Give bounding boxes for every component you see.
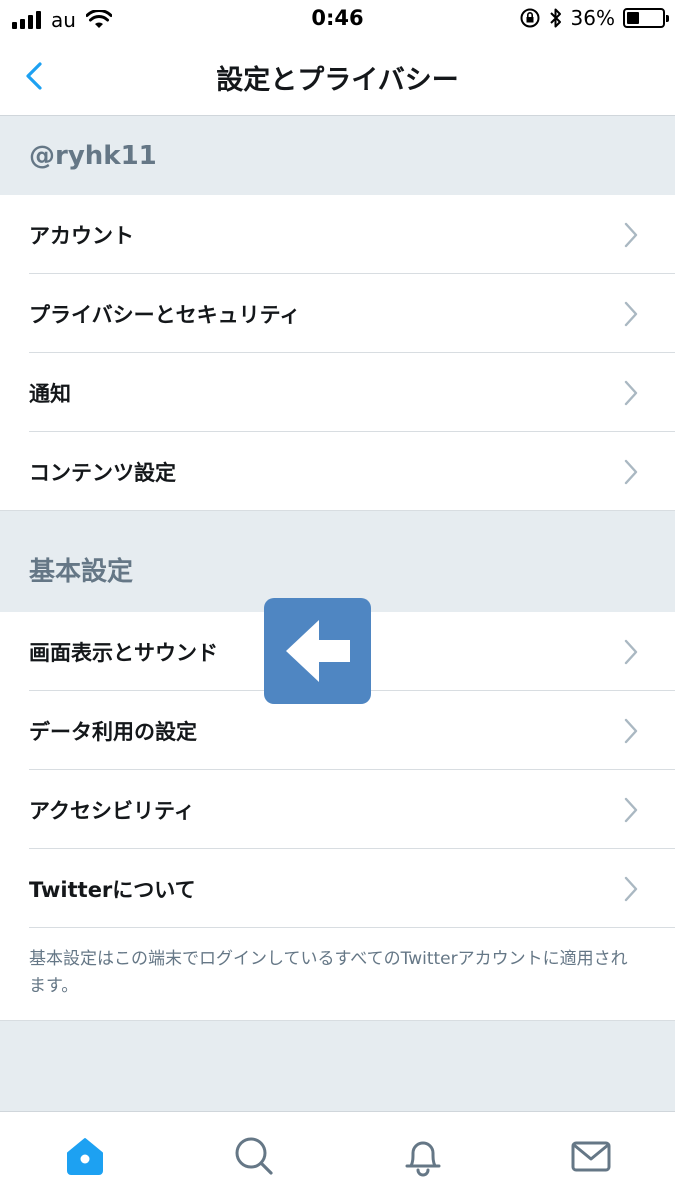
chevron-right-icon xyxy=(624,222,638,248)
tab-search[interactable] xyxy=(232,1134,276,1178)
messages-envelope-icon xyxy=(571,1141,611,1172)
page-title: 設定とプライバシー xyxy=(216,65,459,96)
chevron-right-icon xyxy=(624,380,638,406)
battery-icon xyxy=(623,8,669,28)
account-settings-list: アカウント プライバシーとセキュリティ 通知 コンテンツ設定 xyxy=(0,195,675,511)
battery-percentage: 36% xyxy=(570,6,615,30)
bluetooth-icon xyxy=(549,8,561,28)
search-icon xyxy=(235,1137,273,1175)
chevron-right-icon xyxy=(624,797,638,823)
account-username: @ryhk11 xyxy=(29,141,157,171)
orientation-lock-icon xyxy=(520,8,540,28)
settings-item-label: コンテンツ設定 xyxy=(29,460,176,485)
settings-item-content-preferences[interactable]: コンテンツ設定 xyxy=(0,432,675,511)
general-settings-heading: 基本設定 xyxy=(29,557,134,587)
bottom-tab-bar xyxy=(0,1111,675,1200)
status-bar: au 0:46 36% xyxy=(0,0,675,38)
chevron-right-icon xyxy=(624,301,638,327)
status-bar-right: 36% xyxy=(519,6,669,30)
settings-item-about-twitter[interactable]: Twitterについて xyxy=(0,849,675,928)
settings-item-label: 画面表示とサウンド xyxy=(29,640,218,665)
overlay-arrow-badge xyxy=(264,598,371,704)
chevron-right-icon xyxy=(624,639,638,665)
general-settings-footnote: 基本設定はこの端末でログインしているすべてのTwitterアカウントに適用されま… xyxy=(0,928,675,1021)
home-icon xyxy=(67,1138,103,1175)
chevron-right-icon xyxy=(624,459,638,485)
notifications-bell-icon xyxy=(405,1141,441,1177)
left-arrow-icon xyxy=(286,620,350,682)
chevron-right-icon xyxy=(624,876,638,902)
tab-notifications[interactable] xyxy=(401,1134,445,1178)
navigation-bar: 設定とプライバシー xyxy=(0,38,675,116)
settings-item-notifications[interactable]: 通知 xyxy=(0,353,675,432)
settings-item-label: Twitterについて xyxy=(29,877,196,902)
tab-messages[interactable] xyxy=(569,1134,613,1178)
settings-item-label: アクセシビリティ xyxy=(29,798,195,823)
settings-item-account[interactable]: アカウント xyxy=(0,195,675,274)
tab-home[interactable] xyxy=(63,1134,107,1178)
battery-level-fill xyxy=(627,12,640,24)
settings-item-label: プライバシーとセキュリティ xyxy=(29,302,301,327)
settings-item-label: データ利用の設定 xyxy=(29,719,197,744)
settings-item-label: 通知 xyxy=(29,381,71,406)
section-header-general: 基本設定 xyxy=(0,511,675,612)
chevron-right-icon xyxy=(624,718,638,744)
section-header-account: @ryhk11 xyxy=(0,117,675,195)
settings-item-privacy-security[interactable]: プライバシーとセキュリティ xyxy=(0,274,675,353)
settings-item-label: アカウント xyxy=(29,223,134,248)
settings-item-accessibility[interactable]: アクセシビリティ xyxy=(0,770,675,849)
